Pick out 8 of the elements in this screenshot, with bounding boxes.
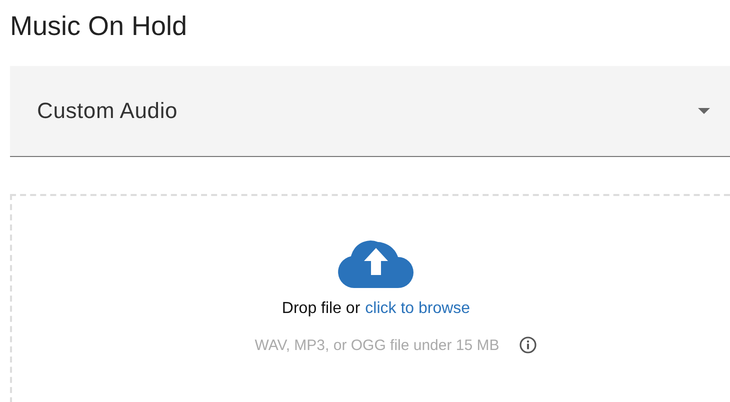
info-icon[interactable]	[519, 336, 538, 354]
audio-select[interactable]: Custom Audio	[10, 66, 730, 157]
drop-prompt: Drop file or	[282, 300, 360, 318]
page-title: Music On Hold	[10, 10, 188, 43]
file-dropzone[interactable]: Drop file or click to browse WAV, MP3, or OGG file under 15 MB	[10, 194, 730, 402]
file-hint: WAV, MP3, or OGG file under 15 MB	[254, 336, 500, 354]
caret-icon	[698, 108, 710, 114]
browse-link[interactable]: click to browse	[365, 300, 470, 318]
